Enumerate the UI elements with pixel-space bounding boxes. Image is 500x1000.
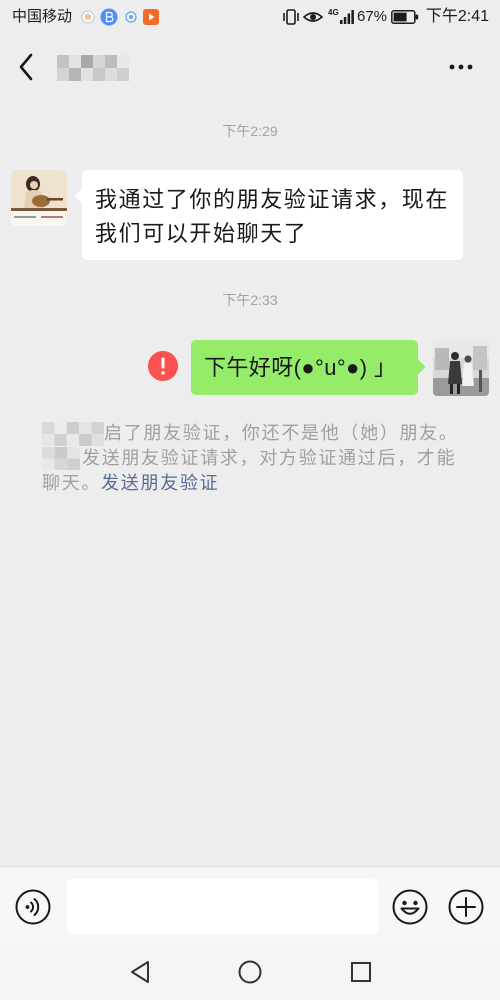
- more-dots-icon[interactable]: [444, 55, 478, 79]
- outgoing-message-bubble[interactable]: 下午好呀(●°u°●) 」: [191, 340, 418, 395]
- outgoing-message-text: 下午好呀(●°u°●) 」: [204, 355, 397, 380]
- contact-avatar-image: [11, 170, 67, 226]
- my-avatar[interactable]: [433, 340, 489, 396]
- carrier-name: 中国移动: [12, 8, 73, 25]
- recents-square-icon[interactable]: [347, 958, 375, 986]
- vibrate-icon: [283, 9, 299, 25]
- chevron-left-icon[interactable]: [14, 52, 38, 82]
- plus-circle-icon[interactable]: [446, 887, 486, 927]
- send-friend-request-link[interactable]: 发送朋友验证: [101, 473, 219, 493]
- battery-percentage: 67%: [357, 8, 388, 25]
- timestamp: 下午2:29: [222, 123, 278, 139]
- home-circle-icon[interactable]: [236, 958, 264, 986]
- blurred-notice-name: [42, 422, 104, 446]
- status-bar: 中国移动 4G 67% 下午2:41: [0, 0, 500, 35]
- system-notice-line: 启了朋友验证，你还不是他（她）朋友。: [104, 423, 459, 443]
- hand-notification-icon: [81, 10, 95, 24]
- blurred-notice-text: [42, 447, 80, 470]
- blurred-contact-name: [57, 55, 129, 81]
- video-play-icon: [143, 9, 159, 25]
- contact-avatar[interactable]: [11, 170, 67, 226]
- system-notice-line: 聊天。发送朋友验证: [42, 471, 219, 496]
- incoming-message-bubble[interactable]: 我通过了你的朋友验证请求，现在我们可以开始聊天了: [82, 170, 463, 260]
- system-notice-text: 聊天。: [42, 473, 102, 493]
- message-input[interactable]: [67, 879, 378, 934]
- input-bar: [0, 866, 500, 945]
- chat-header: [0, 35, 500, 100]
- network-type-label: 4G: [328, 8, 339, 17]
- eye-icon: [303, 12, 323, 22]
- blue-app-icon: [100, 8, 118, 26]
- system-notice-line: 发送朋友验证请求，对方验证通过后，才能: [82, 448, 457, 468]
- status-time: 下午2:41: [425, 8, 489, 25]
- signal-icon: [340, 10, 354, 24]
- emoji-icon[interactable]: [390, 887, 430, 927]
- timestamp: 下午2:33: [222, 292, 278, 308]
- voice-icon[interactable]: [13, 887, 53, 927]
- exclamation-circle-icon[interactable]: [148, 351, 178, 381]
- back-triangle-icon[interactable]: [126, 958, 154, 986]
- battery-icon: [391, 10, 419, 24]
- system-nav-bar: [0, 945, 500, 1000]
- my-avatar-image: [433, 340, 489, 396]
- blue-dot-app-icon: [125, 11, 137, 23]
- incoming-message-text: 我通过了你的朋友验证请求，现在我们可以开始聊天了: [95, 187, 450, 246]
